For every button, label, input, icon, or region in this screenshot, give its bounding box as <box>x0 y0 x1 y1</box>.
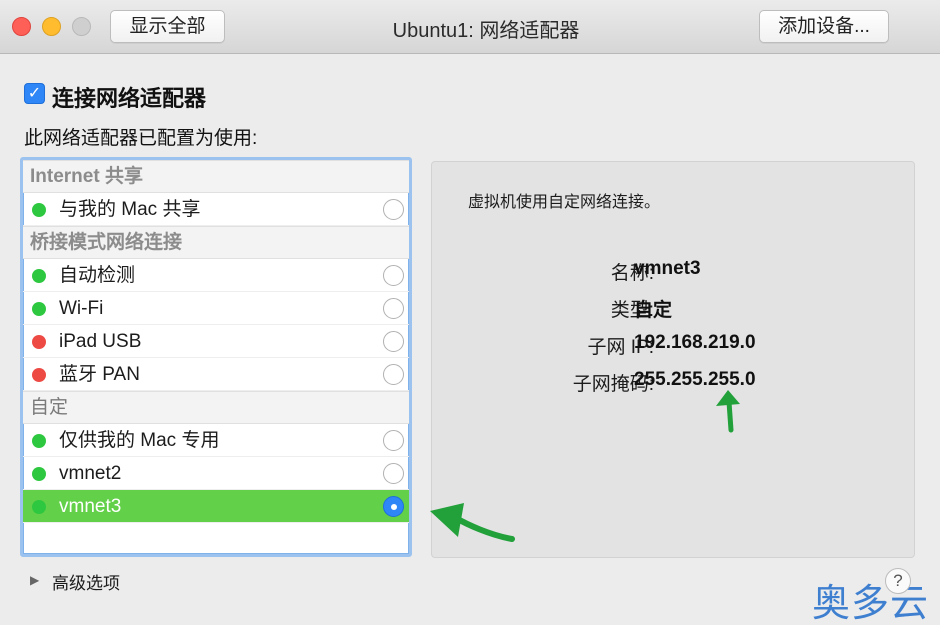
list-item-label: vmnet3 <box>59 496 122 517</box>
show-all-button[interactable]: 显示全部 <box>110 10 225 43</box>
status-dot-icon <box>32 467 46 481</box>
list-item-label: 自动检测 <box>59 265 136 286</box>
minimize-icon[interactable] <box>42 17 61 36</box>
status-dot-icon <box>32 269 46 283</box>
field-name-row: 名称: vmnet3 <box>432 258 916 288</box>
field-value: 192.168.219.0 <box>634 332 756 353</box>
network-list[interactable]: Internet 共享与我的 Mac 共享桥接模式网络连接自动检测 Wi-Fi iP… <box>20 157 412 557</box>
advanced-options-label[interactable]: 高级选项 <box>52 569 120 594</box>
help-icon[interactable]: ? <box>885 568 911 594</box>
list-item-label: iPad USB <box>59 331 142 352</box>
status-dot-icon <box>32 434 46 448</box>
window-title: Ubuntu1: 网络适配器 <box>392 20 580 42</box>
radio-icon[interactable] <box>383 364 404 385</box>
field-subnet-ip-row: 子网 IP: 192.168.219.0 <box>432 332 916 362</box>
section-header: 自定 <box>23 391 409 424</box>
list-item[interactable]: Wi-Fi <box>23 292 409 325</box>
status-dot-icon <box>32 368 46 382</box>
radio-icon[interactable] <box>383 331 404 352</box>
radio-icon[interactable] <box>383 298 404 319</box>
watermark: 奥多云 <box>812 581 930 625</box>
status-dot-icon <box>32 302 46 316</box>
close-icon[interactable] <box>12 17 31 36</box>
status-dot-icon <box>32 500 46 514</box>
list-item-label: vmnet2 <box>59 463 122 484</box>
radio-icon[interactable] <box>383 463 404 484</box>
list-item[interactable]: vmnet3 <box>23 490 409 523</box>
status-dot-icon <box>32 203 46 217</box>
list-item[interactable]: 蓝牙 PAN <box>23 358 409 391</box>
radio-icon[interactable] <box>383 430 404 451</box>
radio-icon[interactable] <box>383 496 404 517</box>
disclosure-triangle-icon[interactable]: ▶ <box>30 573 39 587</box>
zoom-icon[interactable] <box>72 17 91 36</box>
list-item-label: Wi-Fi <box>59 298 104 319</box>
list-item[interactable]: 仅供我的 Mac 专用 <box>23 424 409 457</box>
add-device-button[interactable]: 添加设备... <box>759 10 889 43</box>
status-dot-icon <box>32 335 46 349</box>
field-value: vmnet3 <box>634 258 701 279</box>
list-item[interactable]: 与我的 Mac 共享 <box>23 193 409 226</box>
arrow-up-icon <box>716 390 740 433</box>
radio-icon[interactable] <box>383 199 404 220</box>
list-item-label: 蓝牙 PAN <box>59 364 140 385</box>
title-bar: 显示全部 Ubuntu1: 网络适配器 添加设备... <box>0 0 940 54</box>
section-header: Internet 共享 <box>23 160 409 193</box>
connect-adapter-label[interactable]: 连接网络适配器 <box>52 81 206 113</box>
section-header: 桥接模式网络连接 <box>23 226 409 259</box>
config-label: 此网络适配器已配置为使用: <box>24 128 258 149</box>
field-value: 自定 <box>634 300 673 321</box>
checkbox-icon[interactable]: ✓ <box>24 83 45 104</box>
list-item[interactable]: vmnet2 <box>23 457 409 490</box>
list-item[interactable]: 自动检测 <box>23 259 409 292</box>
field-subnet-mask-row: 子网掩码: 255.255.255.0 <box>432 369 916 399</box>
arrow-left-icon <box>430 503 515 542</box>
panel-description: 虚拟机使用自定网络连接。 <box>468 194 661 211</box>
list-item-label: 仅供我的 Mac 专用 <box>59 430 220 451</box>
field-type-row: 类型: 自定 <box>432 295 916 325</box>
radio-icon[interactable] <box>383 265 404 286</box>
list-item[interactable]: iPad USB <box>23 325 409 358</box>
list-item-label: 与我的 Mac 共享 <box>59 199 201 220</box>
